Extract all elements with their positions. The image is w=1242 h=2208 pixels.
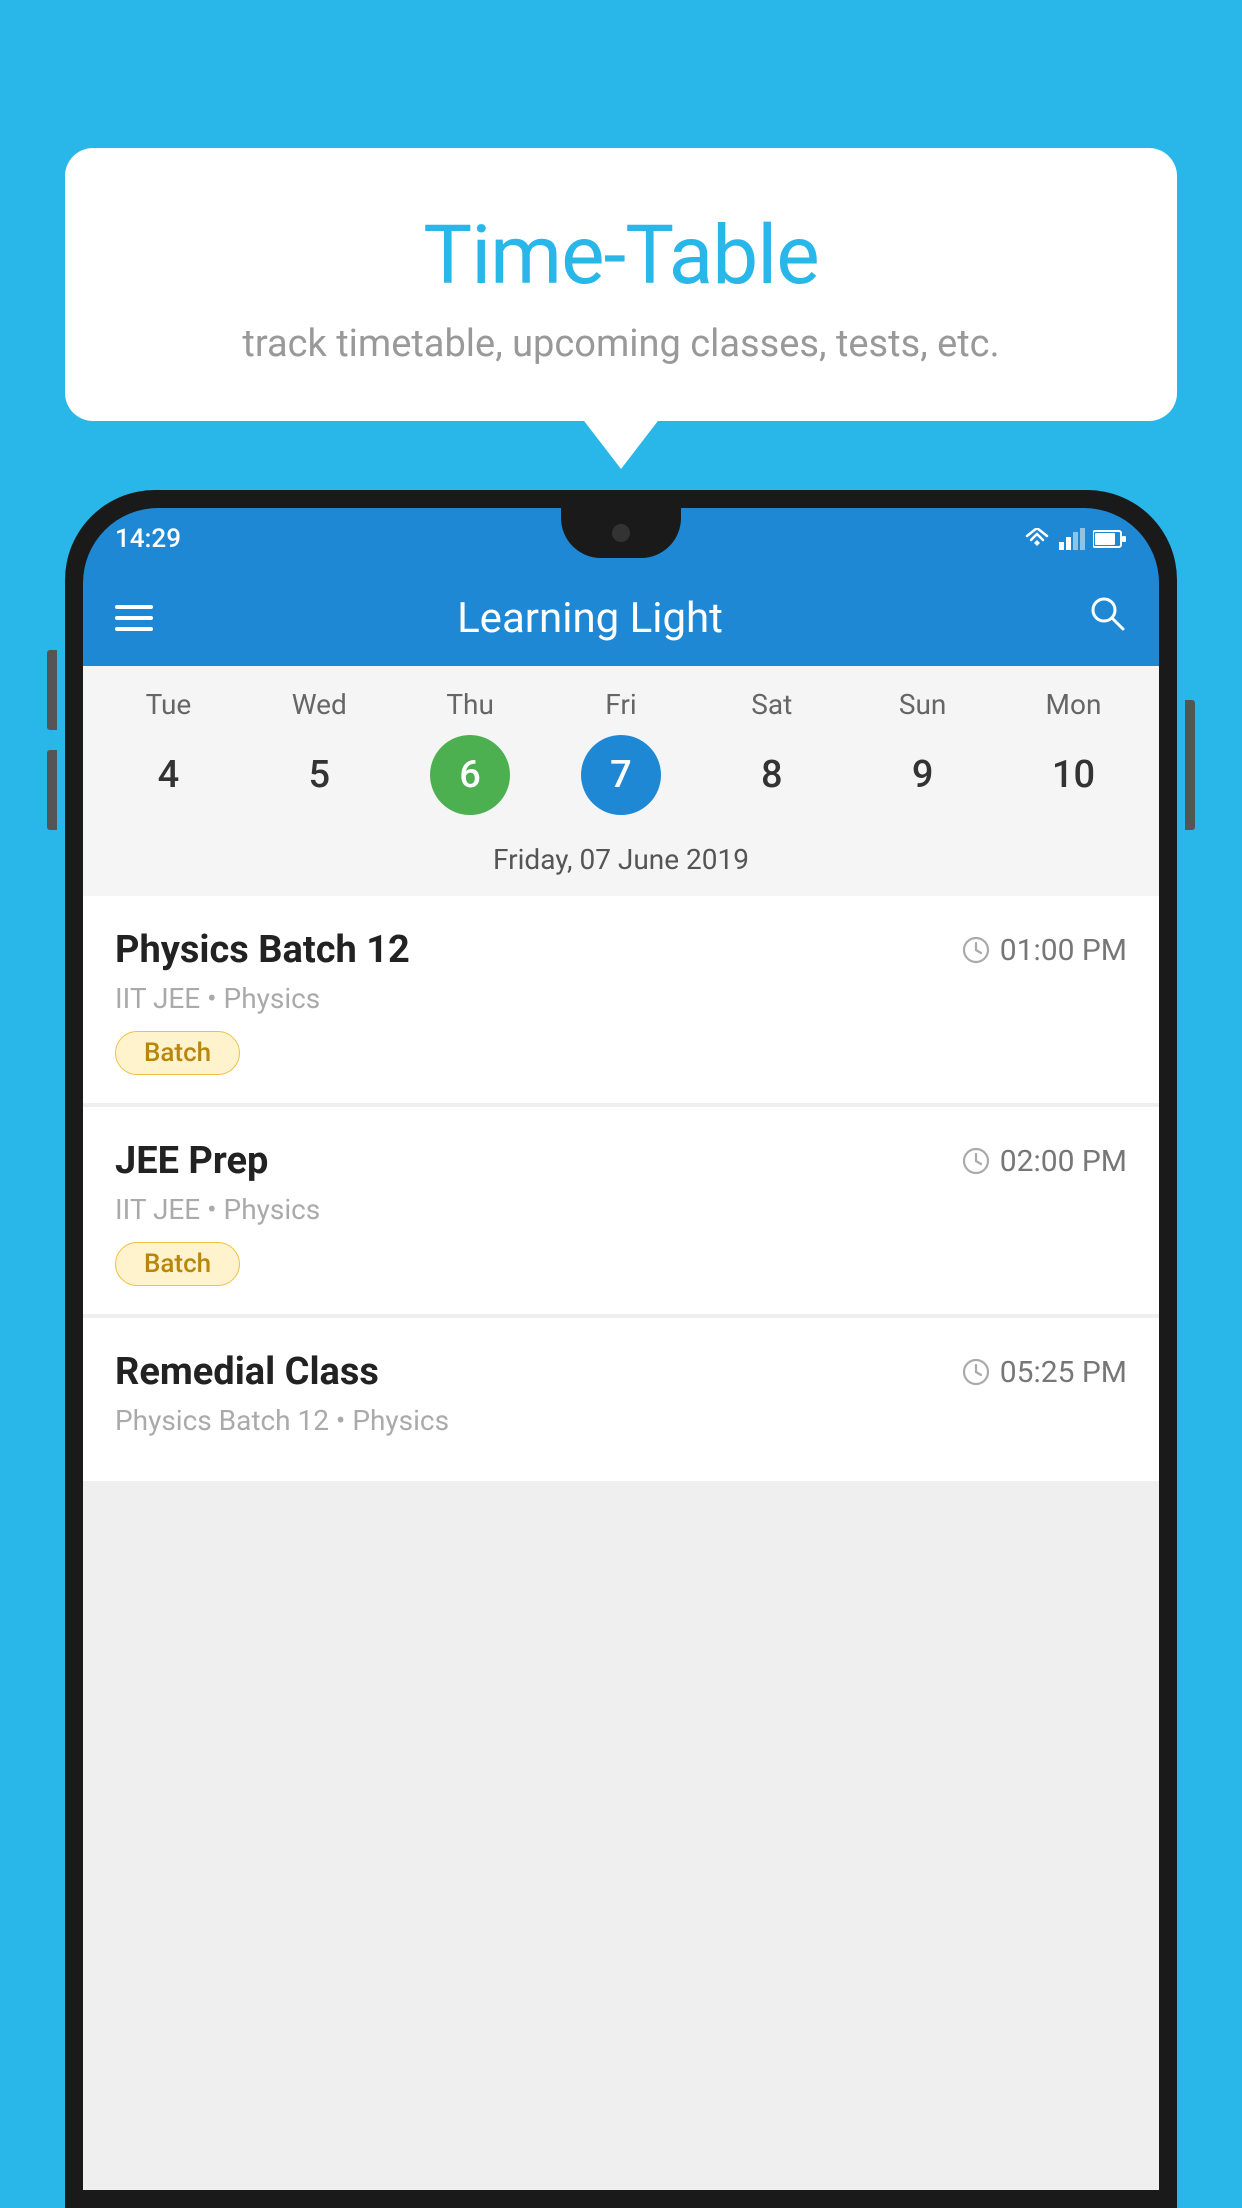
signal-icon	[1059, 528, 1085, 550]
battery-icon	[1093, 529, 1127, 549]
day-5[interactable]: 5	[279, 735, 359, 815]
card-1-title: Physics Batch 12	[115, 928, 410, 972]
clock-icon-2	[962, 1147, 990, 1175]
day-4[interactable]: 4	[128, 735, 208, 815]
card-3-subtitle: Physics Batch 12 • Physics	[115, 1404, 1127, 1437]
class-list: Physics Batch 12 01:00 PM IIT JEE • Phys…	[83, 896, 1159, 2190]
day-label-tue: Tue	[128, 688, 208, 721]
phone-frame: 14:29	[65, 490, 1177, 2208]
screen-content: Tue Wed Thu Fri Sat Sun Mon 4 5 6 7 8 9 …	[83, 666, 1159, 2190]
day-label-thu: Thu	[430, 688, 510, 721]
tooltip-subtitle: track timetable, upcoming classes, tests…	[105, 322, 1137, 366]
card-3-time: 05:25 PM	[962, 1355, 1127, 1390]
day-label-wed: Wed	[279, 688, 359, 721]
card-2-subtitle: IIT JEE • Physics	[115, 1193, 1127, 1226]
card-2-title: JEE Prep	[115, 1139, 268, 1183]
card-1-time-text: 01:00 PM	[1000, 933, 1127, 968]
clock-icon-3	[962, 1358, 990, 1386]
day-numbers: 4 5 6 7 8 9 10	[83, 735, 1159, 833]
volume-down-button	[47, 750, 57, 830]
notch	[561, 508, 681, 558]
phone-screen: 14:29	[83, 508, 1159, 2190]
status-icons	[1023, 528, 1127, 550]
status-time: 14:29	[115, 524, 181, 554]
card-1-badge: Batch	[115, 1031, 240, 1075]
card-3-header: Remedial Class 05:25 PM	[115, 1350, 1127, 1394]
clock-icon-1	[962, 936, 990, 964]
card-1-subtitle: IIT JEE • Physics	[115, 982, 1127, 1015]
day-7-selected[interactable]: 7	[581, 735, 661, 815]
tooltip-card: Time-Table track timetable, upcoming cla…	[65, 148, 1177, 421]
day-label-sun: Sun	[883, 688, 963, 721]
card-2-header: JEE Prep 02:00 PM	[115, 1139, 1127, 1183]
card-2-time-text: 02:00 PM	[1000, 1144, 1127, 1179]
day-8[interactable]: 8	[732, 735, 812, 815]
wifi-icon	[1023, 528, 1051, 550]
card-3-time-text: 05:25 PM	[1000, 1355, 1127, 1390]
class-card-3[interactable]: Remedial Class 05:25 PM Physics Batch 12…	[83, 1318, 1159, 1481]
app-bar: Learning Light	[83, 570, 1159, 666]
day-headers: Tue Wed Thu Fri Sat Sun Mon	[83, 688, 1159, 735]
class-card-1[interactable]: Physics Batch 12 01:00 PM IIT JEE • Phys…	[83, 896, 1159, 1103]
card-1-header: Physics Batch 12 01:00 PM	[115, 928, 1127, 972]
day-label-mon: Mon	[1033, 688, 1113, 721]
search-button[interactable]	[1087, 593, 1127, 644]
day-label-fri: Fri	[581, 688, 661, 721]
day-10[interactable]: 10	[1033, 735, 1113, 815]
calendar-strip: Tue Wed Thu Fri Sat Sun Mon 4 5 6 7 8 9 …	[83, 666, 1159, 896]
volume-up-button	[47, 650, 57, 730]
hamburger-line1	[115, 605, 153, 609]
menu-button[interactable]	[115, 605, 153, 631]
day-9[interactable]: 9	[883, 735, 963, 815]
selected-date-label: Friday, 07 June 2019	[83, 833, 1159, 896]
power-button	[1185, 700, 1195, 830]
class-card-2[interactable]: JEE Prep 02:00 PM IIT JEE • Physics Batc…	[83, 1107, 1159, 1314]
day-label-sat: Sat	[732, 688, 812, 721]
card-1-time: 01:00 PM	[962, 933, 1127, 968]
hamburger-line2	[115, 616, 153, 620]
camera	[612, 524, 630, 542]
hamburger-line3	[115, 627, 153, 631]
status-bar: 14:29	[83, 508, 1159, 570]
card-2-time: 02:00 PM	[962, 1144, 1127, 1179]
card-3-title: Remedial Class	[115, 1350, 379, 1394]
tooltip-title: Time-Table	[105, 208, 1137, 304]
day-6-today[interactable]: 6	[430, 735, 510, 815]
app-title: Learning Light	[183, 594, 1057, 643]
card-2-badge: Batch	[115, 1242, 240, 1286]
